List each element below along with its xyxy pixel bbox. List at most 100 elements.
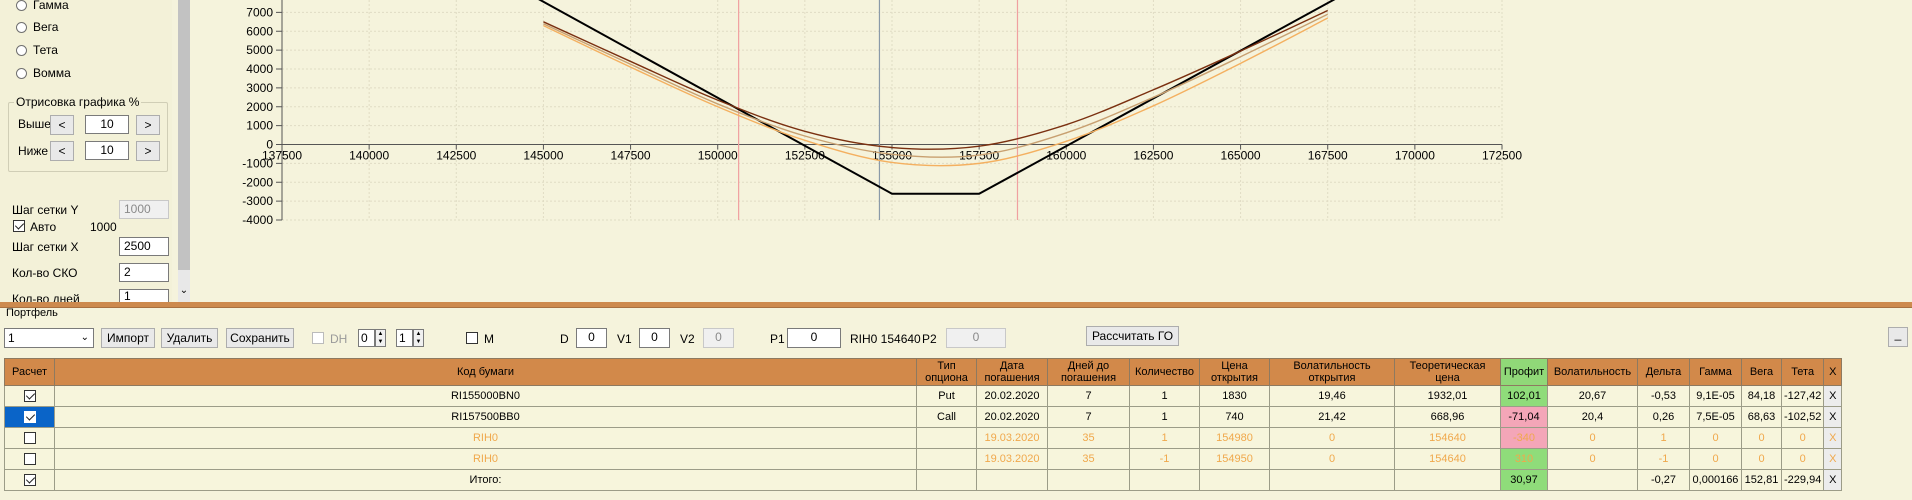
- save-button[interactable]: Сохранить: [226, 328, 294, 348]
- grid-y-field[interactable]: 1000: [119, 200, 169, 219]
- spin1-arrows-icon[interactable]: ▲ ▼: [375, 329, 386, 347]
- calc-checkbox-cell[interactable]: [4, 469, 55, 491]
- v1-field[interactable]: 0: [639, 328, 670, 348]
- minimize-button[interactable]: _: [1888, 327, 1908, 347]
- col-header-open-price[interactable]: Цена открытия: [1199, 358, 1270, 386]
- col-header-code[interactable]: Код бумаги: [54, 358, 917, 386]
- calc-checkbox-cell[interactable]: [4, 448, 55, 470]
- col-header-days[interactable]: Дней до погашения: [1047, 358, 1130, 386]
- col-header-theta[interactable]: Тета: [1780, 358, 1825, 386]
- calc-checkbox[interactable]: [23, 411, 36, 424]
- scroll-down-icon[interactable]: ⌄: [178, 284, 190, 298]
- days-cell: 7: [1047, 385, 1130, 407]
- table-header-row: Расчет Код бумаги Тип опциона Дата погаш…: [4, 358, 1843, 386]
- calc-checkbox[interactable]: [23, 474, 36, 487]
- x-tick-label: 170000: [1395, 149, 1435, 163]
- spin1-field[interactable]: 0: [358, 329, 375, 347]
- profit-chart: -4000-3000-2000-100001000200030004000500…: [242, 0, 1522, 227]
- m-checkbox[interactable]: [466, 332, 478, 344]
- radio-label: Вомма: [33, 66, 71, 80]
- col-header-theor-price[interactable]: Теоретическая цена: [1394, 358, 1501, 386]
- option-type-cell: Call: [916, 406, 977, 428]
- v2-field[interactable]: 0: [703, 328, 734, 348]
- calc-checkbox[interactable]: [23, 432, 36, 445]
- delete-row-button[interactable]: X: [1823, 385, 1843, 407]
- dh-label: DH: [330, 332, 348, 346]
- vol-cell: 0: [1547, 427, 1638, 449]
- col-header-calc[interactable]: Расчет: [4, 358, 55, 386]
- code-cell: RIH0: [54, 448, 917, 470]
- col-header-delete[interactable]: X: [1823, 358, 1843, 386]
- above-value-field[interactable]: 10: [85, 115, 129, 134]
- calc-margin-button[interactable]: Рассчитать ГО: [1086, 326, 1179, 346]
- col-header-profit[interactable]: Профит: [1500, 358, 1548, 386]
- table-row[interactable]: RIH0 19.03.2020 35 1 154980 0 154640 -340 0 1 0 0 0 X: [4, 427, 1843, 449]
- col-header-gamma[interactable]: Гамма: [1689, 358, 1742, 386]
- code-cell: Итого:: [54, 469, 917, 491]
- below-decrease-button[interactable]: <: [50, 141, 74, 161]
- days-count-field[interactable]: 1: [119, 289, 169, 302]
- calc-checkbox-cell[interactable]: [4, 427, 55, 449]
- radio-theta[interactable]: Тета: [16, 41, 58, 59]
- spin2-arrows-icon[interactable]: ▲ ▼: [413, 329, 424, 347]
- import-button[interactable]: Импорт: [101, 328, 155, 348]
- radio-circle-icon: [16, 44, 27, 56]
- delta-cell: 1: [1637, 427, 1690, 449]
- table-row[interactable]: RIH0 19.03.2020 35 -1 154950 0 154640 310 0 -1 0 0 0…: [4, 448, 1843, 470]
- below-increase-button[interactable]: >: [136, 141, 160, 161]
- col-header-qty[interactable]: Количество: [1129, 358, 1200, 386]
- d-field[interactable]: 0: [576, 328, 607, 348]
- expiry-date-cell: 20.02.2020: [976, 406, 1048, 428]
- radio-gamma[interactable]: Гамма: [16, 0, 69, 14]
- sko-count-field[interactable]: 2: [119, 263, 169, 282]
- y-tick-label: -3000: [242, 194, 273, 208]
- table-row[interactable]: RI155000BN0 Put 20.02.2020 7 1 1830 19,46 1932,…: [4, 385, 1843, 407]
- portfolio-select[interactable]: 1 ⌄: [4, 328, 94, 348]
- calc-checkbox-cell[interactable]: [4, 406, 55, 428]
- delete-row-button[interactable]: X: [1823, 406, 1843, 428]
- col-header-open-vol[interactable]: Волатильность открытия: [1269, 358, 1395, 386]
- grid-x-field[interactable]: 2500: [119, 237, 169, 256]
- below-value-field[interactable]: 10: [85, 141, 129, 160]
- calc-checkbox[interactable]: [23, 453, 36, 466]
- v2-label: V2: [680, 332, 695, 346]
- dh-checkbox[interactable]: [312, 332, 324, 344]
- theor-price-cell: [1394, 469, 1501, 491]
- portfolio-select-value: 1: [8, 331, 15, 345]
- table-row[interactable]: RI157500BB0 Call 20.02.2020 7 1 740 21,42 668,9…: [4, 406, 1843, 428]
- calc-checkbox-cell[interactable]: [4, 385, 55, 407]
- table-row[interactable]: Итого: 30,97 -0,27 0,000166 152,81 -229,94 X: [4, 469, 1843, 491]
- col-header-delta[interactable]: Дельта: [1637, 358, 1690, 386]
- col-header-expiry-date[interactable]: Дата погашения: [976, 358, 1048, 386]
- p2-field[interactable]: 0: [946, 328, 1006, 348]
- auto-checkbox[interactable]: [13, 220, 25, 232]
- option-type-cell: [916, 427, 977, 449]
- open-vol-cell: 0: [1269, 448, 1395, 470]
- theor-price-cell: 154640: [1394, 427, 1501, 449]
- col-header-option-type[interactable]: Тип опциона: [916, 358, 977, 386]
- days-count-label: Кол-во дней: [12, 292, 80, 302]
- delete-row-button[interactable]: X: [1823, 448, 1843, 470]
- radio-label: Вега: [33, 20, 59, 34]
- delete-row-button[interactable]: X: [1823, 427, 1843, 449]
- radio-circle-icon: [16, 0, 27, 11]
- y-tick-label: 4000: [246, 62, 273, 76]
- code-cell: RI157500BB0: [54, 406, 917, 428]
- scrollbar-thumb[interactable]: [178, 0, 190, 270]
- col-header-vol[interactable]: Волатильность: [1547, 358, 1638, 386]
- d-label: D: [560, 332, 569, 346]
- col-header-vega[interactable]: Вега: [1741, 358, 1782, 386]
- qty-cell: 1: [1129, 406, 1200, 428]
- x-tick-label: 140000: [349, 149, 389, 163]
- radio-vega[interactable]: Вега: [16, 18, 58, 36]
- p1-field[interactable]: 0: [787, 328, 841, 348]
- radio-vomma[interactable]: Вомма: [16, 64, 71, 82]
- delete-button[interactable]: Удалить: [161, 328, 218, 348]
- above-decrease-button[interactable]: <: [50, 115, 74, 135]
- delete-row-button[interactable]: X: [1823, 469, 1843, 491]
- qty-cell: 1: [1129, 427, 1200, 449]
- above-increase-button[interactable]: >: [136, 115, 160, 135]
- spin2-field[interactable]: 1: [396, 329, 413, 347]
- gamma-cell: 9,1E-05: [1689, 385, 1742, 407]
- calc-checkbox[interactable]: [23, 390, 36, 403]
